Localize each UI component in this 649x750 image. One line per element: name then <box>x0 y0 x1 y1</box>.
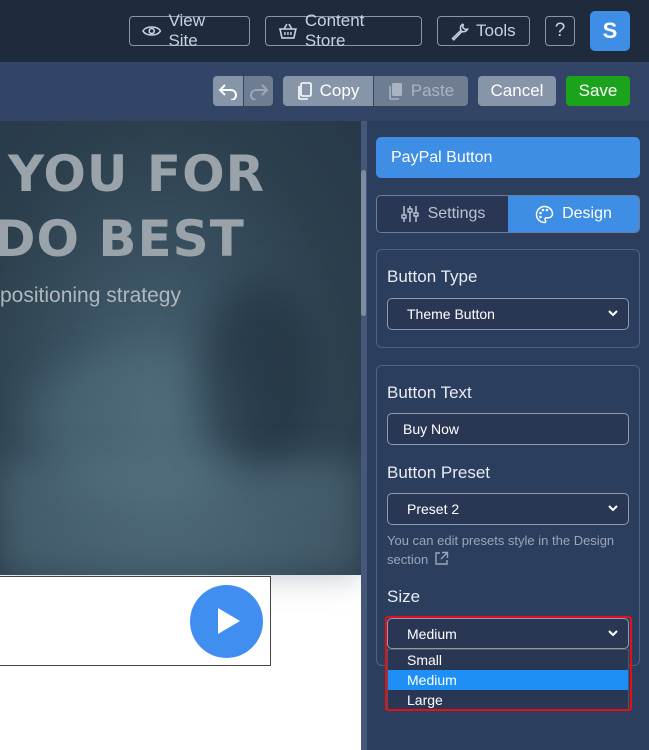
help-label: ? <box>554 20 566 41</box>
cancel-button[interactable]: Cancel <box>478 76 556 106</box>
hero-heading-line1: YOU FOR <box>8 145 266 203</box>
button-preset-value: Preset 2 <box>407 501 460 517</box>
hero-blur-shape <box>0 461 361 575</box>
size-label: Size <box>387 587 421 606</box>
panel-tabs: Settings Design <box>376 195 640 233</box>
user-avatar[interactable]: S <box>590 11 630 51</box>
content-store-button[interactable]: Content Store <box>265 11 422 50</box>
paste-label: Paste <box>410 81 455 100</box>
content-store-label: Content Store <box>304 11 365 50</box>
hero-background: YOU FOR DO BEST positioning strategy <box>0 121 361 575</box>
button-text-input[interactable]: Buy Now <box>387 413 629 445</box>
canvas-scrollbar-thumb[interactable] <box>361 170 366 316</box>
button-type-select[interactable]: Theme Button <box>387 298 629 330</box>
page-preview-canvas[interactable]: YOU FOR DO BEST positioning strategy <box>0 121 361 750</box>
undo-button[interactable] <box>213 76 243 106</box>
button-text-label: Button Text <box>387 383 472 402</box>
panel-title: PayPal Button <box>376 137 640 178</box>
help-button[interactable]: ? <box>545 16 575 46</box>
cancel-label: Cancel <box>490 81 544 100</box>
tab-settings[interactable]: Settings <box>377 196 508 232</box>
editor-toolbar: Copy Paste Cancel Save <box>0 62 649 121</box>
hero-blur-shape <box>200 281 320 481</box>
copy-label: Copy <box>319 81 360 100</box>
paste-button[interactable]: Paste <box>374 76 468 106</box>
undo-icon <box>218 84 237 100</box>
chevron-down-icon <box>608 310 618 317</box>
copy-button[interactable]: Copy <box>283 76 373 106</box>
tools-label: Tools <box>476 21 516 40</box>
redo-button[interactable] <box>244 76 273 106</box>
tab-design[interactable]: Design <box>508 196 639 232</box>
paste-icon <box>388 83 402 100</box>
eye-icon <box>142 26 162 36</box>
wrench-icon <box>451 22 469 41</box>
button-preset-label: Button Preset <box>387 463 491 482</box>
button-preset-select[interactable]: Preset 2 <box>387 493 629 525</box>
basket-icon <box>278 23 297 39</box>
hero-heading-line2: DO BEST <box>0 210 245 268</box>
view-site-label: View Site <box>168 11 205 50</box>
play-button[interactable] <box>190 585 263 658</box>
external-link-icon[interactable] <box>434 551 449 566</box>
tab-settings-label: Settings <box>427 205 486 222</box>
sliders-icon <box>400 206 419 222</box>
copy-icon <box>297 82 312 100</box>
highlight-frame <box>385 616 632 711</box>
save-label: Save <box>578 81 618 100</box>
button-type-label: Button Type <box>387 267 478 286</box>
preset-hint: You can edit presets style in the Design… <box>387 531 632 569</box>
preset-hint-text: You can edit presets style in the Design… <box>387 533 615 567</box>
top-navigation-bar: View Site Content Store Tools ? S <box>0 0 649 62</box>
chevron-down-icon <box>608 505 618 512</box>
tools-button[interactable]: Tools <box>437 16 530 46</box>
palette-icon <box>535 205 554 223</box>
hero-subheading: positioning strategy <box>0 284 181 307</box>
button-type-value: Theme Button <box>407 306 495 322</box>
panel-title-text: PayPal Button <box>391 148 493 166</box>
tab-design-label: Design <box>562 205 612 222</box>
view-site-button[interactable]: View Site <box>129 11 250 50</box>
button-text-value: Buy Now <box>403 421 460 437</box>
save-button[interactable]: Save <box>566 76 630 106</box>
redo-icon <box>249 84 268 100</box>
avatar-letter: S <box>602 18 618 43</box>
